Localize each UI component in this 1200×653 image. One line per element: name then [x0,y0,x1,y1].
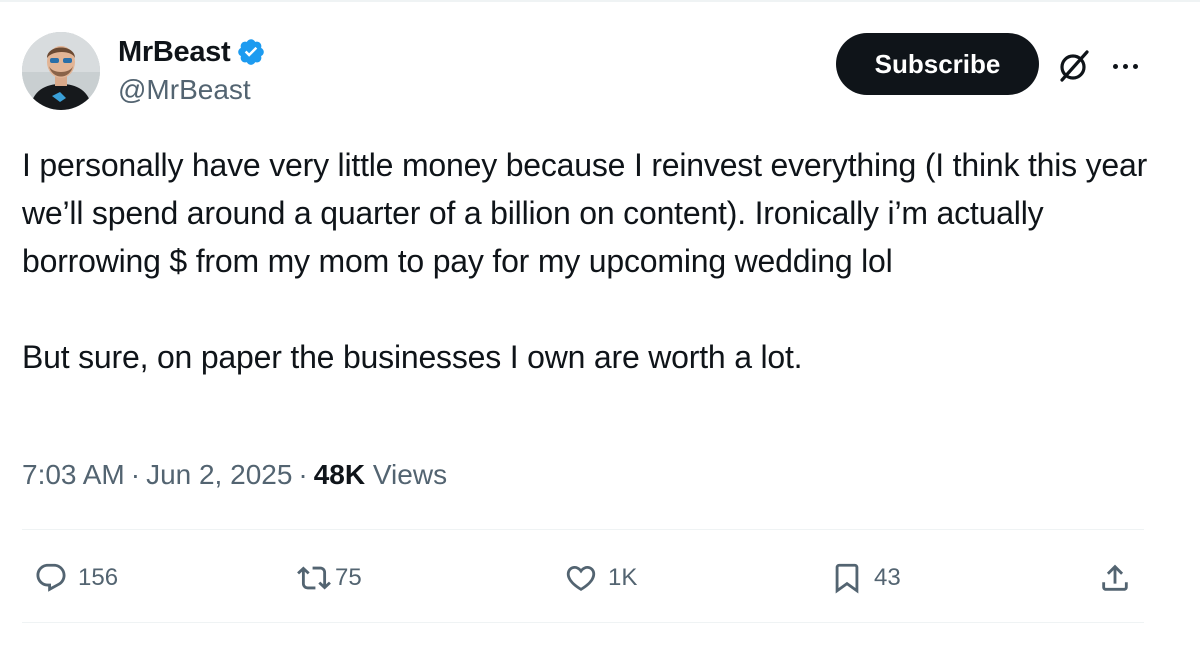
tweet-metadata: 7:03 AM · Jun 2, 2025 · 48K Views [22,459,447,491]
repost-button[interactable]: 75 [297,550,362,606]
repost-count: 75 [335,564,362,591]
avatar[interactable] [22,32,100,110]
top-border [0,0,1200,2]
reply-button[interactable]: 156 [34,550,118,606]
bookmark-button[interactable]: 43 [830,550,901,606]
reply-icon [36,563,66,592]
tweet-date[interactable]: Jun 2, 2025 [146,459,292,490]
share-button[interactable] [1098,550,1132,606]
reply-count: 156 [78,564,119,591]
tweet-paragraph: But sure, on paper the businesses I own … [22,339,803,375]
views-label: Views [372,459,448,490]
divider [22,529,1144,530]
like-button[interactable]: 1K [564,550,637,606]
display-name-row: MrBeast [118,34,266,70]
tweet-header: MrBeast @MrBeast Subscribe [22,30,1172,115]
bookmark-count: 43 [874,564,901,591]
bookmark-icon [835,563,859,594]
repost-icon [297,566,331,590]
like-count: 1K [608,564,638,591]
verified-badge-icon[interactable] [236,37,266,67]
views-count: 48K [313,459,366,490]
meta-separator: · [130,459,141,490]
tweet-paragraph: I personally have very little money beca… [22,147,1148,279]
subscribe-button[interactable]: Subscribe [836,33,1039,95]
tweet-time[interactable]: 7:03 AM [22,459,125,490]
more-options-icon[interactable] [1107,48,1143,84]
handle[interactable]: @MrBeast [118,74,266,106]
meta-separator: · [298,459,308,490]
display-name[interactable]: MrBeast [118,36,231,69]
grok-icon[interactable] [1056,48,1092,84]
author-names: MrBeast @MrBeast [118,34,266,106]
heart-icon [566,565,596,591]
tweet-text: I personally have very little money beca… [22,141,1162,381]
share-icon [1102,564,1128,591]
divider [22,622,1144,623]
action-bar: 156 75 1K 43 [22,550,1144,606]
